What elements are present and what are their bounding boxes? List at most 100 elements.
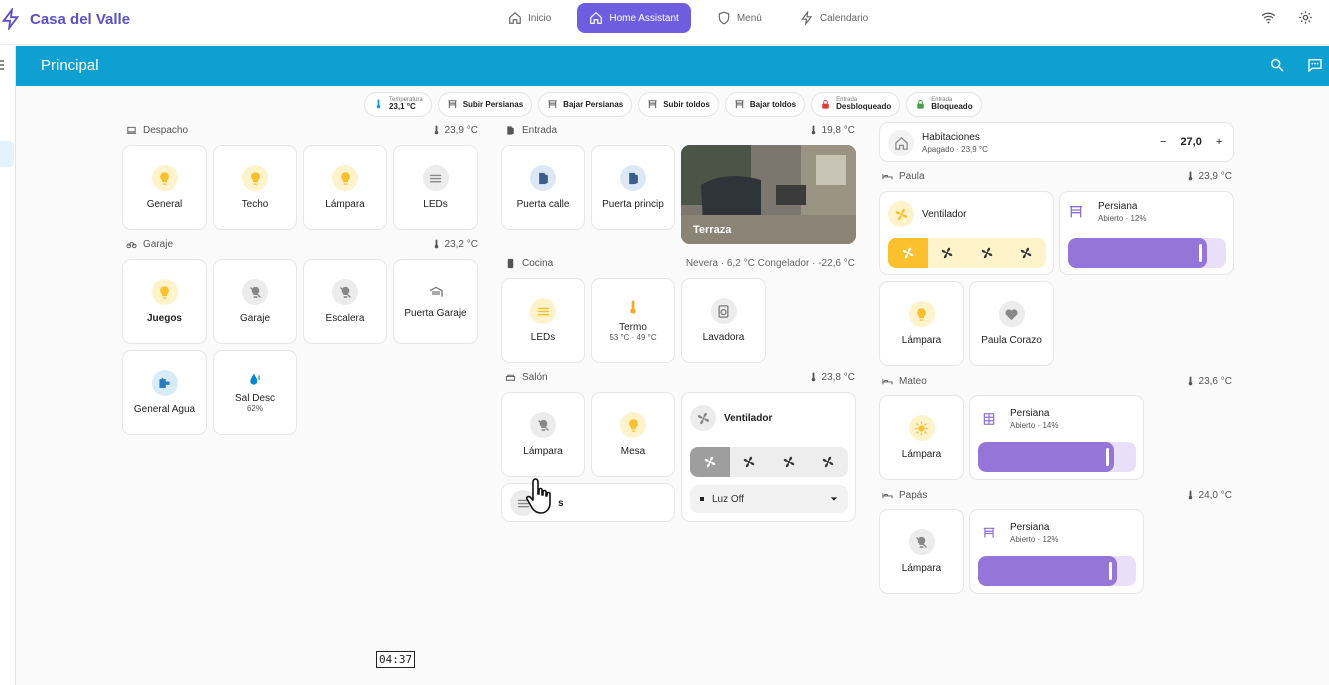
wifi-icon[interactable] [1261,10,1276,25]
blind-icon [547,99,558,110]
tile-paula-lampara[interactable]: Lámpara [879,281,964,366]
tab-home-assistant[interactable]: Home Assistant [577,3,691,33]
fan-speed-3[interactable] [1007,238,1047,268]
fan-speed-1[interactable] [730,447,770,477]
slider-fill [1068,238,1208,268]
fan-speed-3[interactable] [809,447,849,477]
water-heater-icon [625,300,641,316]
home-icon [508,11,522,25]
section-garaje: Garaje 23,2 °C [126,239,478,250]
tile-salon-lampara[interactable]: Lámpara [501,392,585,477]
door-icon [505,125,516,136]
camera-terraza[interactable]: Terraza [681,145,856,244]
tile-puerta-garaje[interactable]: Puerta Garaje [393,259,478,344]
sidebar-item-overview[interactable] [0,141,14,167]
tile-garaje-escalera[interactable]: Escalera [303,259,387,344]
tile-salon-mesa[interactable]: Mesa [591,392,675,477]
bulb-off-icon [248,285,263,300]
fan-speed-1[interactable] [928,238,968,268]
thermostat-stepper: − 27,0 + [1160,136,1222,148]
tile-puerta-princip[interactable]: Puerta princip [591,145,675,230]
slider-fill [978,442,1114,472]
fan-speed-off[interactable] [690,447,730,477]
tile-despacho-general[interactable]: General [122,145,207,230]
fan-light-select[interactable]: Luz Off [690,485,848,513]
tab-calendario[interactable]: Calendario [788,3,880,33]
persiana-slider[interactable] [978,556,1136,586]
tile-mateo-lampara[interactable]: Lámpara [879,395,964,480]
tile-despacho-leds[interactable]: LEDs [393,145,478,230]
brand[interactable]: Casa del Valle [0,8,130,30]
tile-sal-desc[interactable]: Sal Desc 62% [213,350,297,435]
fan-speed-off[interactable] [888,238,928,268]
tile-paula-corazon[interactable]: Paula Corazo [969,281,1054,366]
increase-button[interactable]: + [1216,136,1222,148]
fan-icon [742,455,756,469]
chip-temperatura[interactable]: Temperatura 23,1 °C [364,92,432,117]
fan-icon [782,455,796,469]
fan-icon [703,455,717,469]
chip-subir-persianas[interactable]: Subir Persianas [437,92,533,117]
section-paula: Paula 23,9 °C [882,171,1232,182]
card-paula-persiana[interactable]: Persiana Abierto · 12% [1059,191,1234,275]
washing-machine-icon [718,304,729,318]
fan-speed-bar [888,238,1046,268]
card-salon-ventilador[interactable]: Ventilador Luz Off [681,392,856,522]
tile-despacho-techo[interactable]: Techo [213,145,297,230]
persiana-slider[interactable] [1068,238,1226,268]
tile-papas-lampara[interactable]: Lámpara [879,509,964,594]
fan-icon [696,411,711,426]
card-papas-persiana[interactable]: Persiana Abierto · 12% [969,509,1144,594]
assist-icon[interactable] [1307,57,1323,73]
section-papas: Papás 24,0 °C [882,490,1232,501]
bed-icon [882,490,893,501]
page-title: Principal [41,57,99,74]
chip-bajar-persianas[interactable]: Bajar Persianas [538,92,633,117]
awning-icon [647,99,658,110]
tab-menu[interactable]: Menú [705,3,774,33]
window-shutter-icon [983,413,995,425]
persiana-slider[interactable] [978,442,1136,472]
fan-speed-2[interactable] [967,238,1007,268]
decrease-button[interactable]: − [1160,136,1166,148]
section-mateo: Mateo 23,6 °C [882,376,1232,387]
gear-icon[interactable] [1298,10,1313,25]
tile-general-agua[interactable]: General Agua [122,350,207,435]
tile-garaje-garaje[interactable]: Garaje [213,259,297,344]
home-icon [589,11,603,25]
bulb-icon [338,171,353,186]
menu-icon[interactable] [0,60,4,70]
section-cocina: Cocina Nevera · 6,2 °C Congelador · -22,… [505,258,855,269]
tile-despacho-lampara[interactable]: Lámpara [303,145,387,230]
tile-termo[interactable]: Termo 53 °C · 49 °C [591,278,675,363]
bed-icon [882,376,893,387]
fan-icon [1019,246,1033,260]
fan-speed-bar [690,447,848,477]
card-paula-ventilador[interactable]: Ventilador [879,191,1054,275]
fan-speed-2[interactable] [769,447,809,477]
nav-actions [1261,10,1313,25]
tab-inicio[interactable]: Inicio [496,3,563,33]
tile-lavadora[interactable]: Lavadora [681,278,766,363]
slider-knob[interactable] [1199,244,1203,262]
bulb-icon [248,171,263,186]
card-habitaciones[interactable]: Habitaciones Apagado · 23,9 °C − 27,0 + [879,122,1234,162]
bed-icon [882,171,893,182]
chip-entrada-bloqueado[interactable]: Entrada Bloqueado [906,92,982,117]
bolt-icon [800,11,814,25]
lock-icon [915,99,926,110]
tile-cocina-leds[interactable]: LEDs [501,278,585,363]
tile-garaje-juegos[interactable]: Juegos [122,259,207,344]
fridge-icon [507,258,514,269]
slider-knob[interactable] [1109,562,1113,580]
thermometer-icon [808,125,819,136]
tile-puerta-calle[interactable]: Puerta calle [501,145,585,230]
slider-knob[interactable] [1105,448,1109,466]
blind-icon [982,526,996,540]
chip-subir-toldos[interactable]: Subir toldos [638,92,719,117]
search-icon[interactable] [1269,57,1285,73]
chip-entrada-desbloqueado[interactable]: Entrada Desbloqueado [811,92,901,117]
chip-bajar-toldos[interactable]: Bajar toldos [724,92,806,117]
sofa-icon [505,374,516,381]
card-mateo-persiana[interactable]: Persiana Abierto · 14% [969,395,1144,480]
